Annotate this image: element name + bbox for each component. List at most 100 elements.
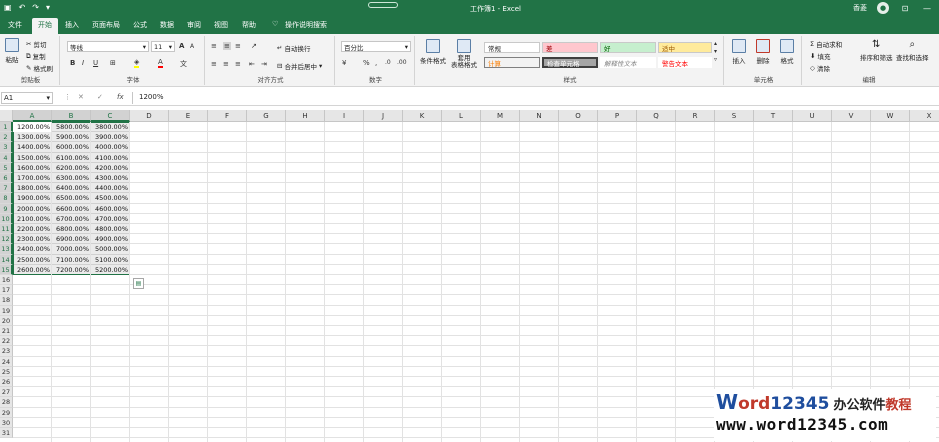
column-header[interactable]: I	[325, 110, 364, 122]
row-header[interactable]: 2	[0, 132, 13, 143]
row-header[interactable]: 10	[0, 213, 13, 224]
paste-button[interactable]: 粘贴	[5, 38, 19, 64]
style-calculation[interactable]: 计算	[484, 57, 540, 68]
delete-cells-button[interactable]: 删除	[756, 39, 770, 65]
column-header[interactable]: G	[247, 110, 286, 122]
column-header[interactable]: R	[676, 110, 715, 122]
fill-button[interactable]: ⬇ 填充	[810, 51, 830, 61]
borders-icon[interactable]: ⊞	[110, 59, 116, 67]
cell[interactable]: 6400.00%	[52, 183, 91, 193]
row-header[interactable]: 24	[0, 356, 13, 367]
undo-icon[interactable]: ↶	[19, 3, 26, 12]
phonetic-icon[interactable]: 文	[180, 59, 187, 69]
sort-filter-button[interactable]: ⇅ 排序和筛选	[860, 39, 893, 62]
row-header[interactable]: 26	[0, 377, 13, 388]
styles-gallery-scroll[interactable]: ▴ ▾ ▿	[714, 40, 717, 64]
format-painter-button[interactable]: ✎ 格式刷	[26, 63, 53, 73]
font-color-icon[interactable]: A	[158, 58, 163, 68]
name-box[interactable]: A1 ▾	[1, 92, 53, 104]
style-normal[interactable]: 常规	[484, 42, 540, 53]
cell[interactable]: 2300.00%	[13, 234, 52, 244]
row-header[interactable]: 18	[0, 295, 13, 306]
cell[interactable]: 1700.00%	[13, 173, 52, 183]
cell[interactable]: 3800.00%	[91, 122, 130, 132]
insert-function-button[interactable]: fx	[117, 93, 124, 101]
decrease-indent-icon[interactable]: ⇤	[249, 60, 255, 68]
user-name[interactable]: 香菱	[853, 3, 867, 13]
align-center-icon[interactable]: ≡	[223, 60, 229, 68]
cell[interactable]: 1900.00%	[13, 193, 52, 203]
column-header[interactable]: M	[481, 110, 520, 122]
customize-qat-icon[interactable]: ▾	[46, 3, 50, 12]
autosum-button[interactable]: Σ 自动求和	[810, 39, 842, 49]
column-header[interactable]: O	[559, 110, 598, 122]
column-header[interactable]: B	[52, 110, 91, 122]
row-header[interactable]: 23	[0, 346, 13, 357]
column-header[interactable]: D	[130, 110, 169, 122]
column-header[interactable]: S	[715, 110, 754, 122]
cell[interactable]: 5900.00%	[52, 132, 91, 142]
column-header[interactable]: E	[169, 110, 208, 122]
increase-indent-icon[interactable]: ⇥	[261, 60, 267, 68]
cell[interactable]: 1500.00%	[13, 153, 52, 163]
number-format-select[interactable]: 百分比 ▾	[341, 41, 411, 52]
cell[interactable]: 2600.00%	[13, 265, 52, 275]
align-left-icon[interactable]: ≡	[211, 60, 217, 68]
row-header[interactable]: 1	[0, 122, 13, 133]
cell[interactable]: 6500.00%	[52, 193, 91, 203]
align-middle-icon[interactable]: ≡	[223, 42, 231, 50]
cell[interactable]: 1300.00%	[13, 132, 52, 142]
row-header[interactable]: 22	[0, 336, 13, 347]
increase-decimal-icon[interactable]: .0	[385, 59, 391, 66]
cell[interactable]: 6100.00%	[52, 153, 91, 163]
column-header[interactable]: U	[793, 110, 832, 122]
row-header[interactable]: 6	[0, 173, 13, 184]
row-header[interactable]: 8	[0, 193, 13, 204]
cell[interactable]: 4100.00%	[91, 153, 130, 163]
formula-input[interactable]: 1200%	[132, 92, 939, 104]
underline-button[interactable]: U	[93, 59, 98, 67]
find-select-button[interactable]: ⌕ 查找和选择	[896, 39, 929, 62]
row-header[interactable]: 21	[0, 326, 13, 337]
save-icon[interactable]: ▣	[4, 3, 12, 12]
cell[interactable]: 7200.00%	[52, 265, 91, 275]
percent-button[interactable]: %	[363, 59, 370, 67]
cell[interactable]: 1200.00%	[13, 122, 52, 132]
fill-color-icon[interactable]: ◈	[134, 58, 140, 68]
minimize-button[interactable]: —	[921, 4, 933, 13]
row-header[interactable]: 14	[0, 254, 13, 265]
enter-icon[interactable]: ✓	[97, 93, 103, 101]
tab-page-layout[interactable]: 页面布局	[92, 20, 120, 30]
cancel-icon[interactable]: ✕	[78, 93, 84, 101]
cell[interactable]: 6600.00%	[52, 204, 91, 214]
style-check-cell[interactable]: 检查单元格	[542, 57, 598, 68]
style-warning[interactable]: 警告文本	[658, 57, 712, 68]
column-header[interactable]: K	[403, 110, 442, 122]
row-header[interactable]: 30	[0, 417, 13, 428]
cell[interactable]: 3900.00%	[91, 132, 130, 142]
style-bad[interactable]: 差	[542, 42, 598, 53]
orientation-icon[interactable]: ↗	[251, 42, 257, 50]
row-header[interactable]: 5	[0, 162, 13, 173]
row-header[interactable]: 12	[0, 234, 13, 245]
style-neutral[interactable]: 适中	[658, 42, 712, 53]
column-header[interactable]: V	[832, 110, 871, 122]
cell[interactable]: 2200.00%	[13, 224, 52, 234]
align-right-icon[interactable]: ≡	[235, 60, 241, 68]
row-header[interactable]: 31	[0, 428, 13, 439]
copy-button[interactable]: ⧉ 复制	[26, 51, 46, 62]
font-name-select[interactable]: 等线 ▾	[67, 41, 149, 52]
row-header[interactable]: 28	[0, 397, 13, 408]
cell[interactable]: 5100.00%	[91, 255, 130, 265]
row-header[interactable]: 15	[0, 264, 13, 275]
cell[interactable]: 6200.00%	[52, 163, 91, 173]
row-header[interactable]: 17	[0, 285, 13, 296]
row-header[interactable]: 25	[0, 366, 13, 377]
column-header[interactable]: X	[910, 110, 939, 122]
tab-help[interactable]: 帮助	[242, 20, 256, 30]
cell[interactable]: 5800.00%	[52, 122, 91, 132]
format-cells-button[interactable]: 格式	[780, 39, 794, 65]
cell[interactable]: 2400.00%	[13, 244, 52, 254]
insert-cells-button[interactable]: 插入	[732, 39, 746, 65]
row-header[interactable]: 7	[0, 183, 13, 194]
